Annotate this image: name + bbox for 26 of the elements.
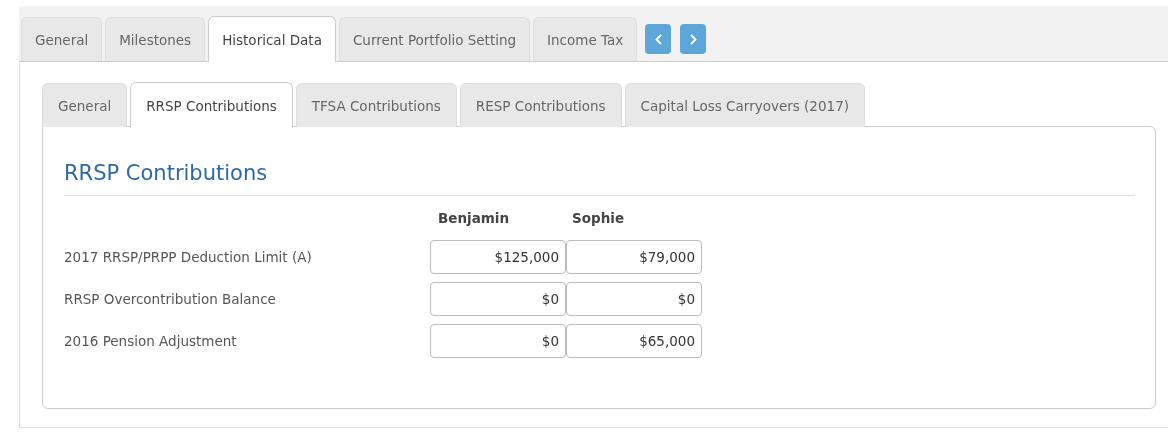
previous-tab-button[interactable] bbox=[645, 24, 672, 54]
field-label: 2017 RRSP/PRPP Deduction Limit (A) bbox=[64, 249, 313, 265]
tab[interactable]: RRSP Contributions bbox=[130, 82, 293, 128]
amount-field[interactable]: $0 bbox=[430, 282, 566, 316]
next-tab-button[interactable] bbox=[680, 24, 707, 54]
tab[interactable]: Income Tax bbox=[533, 17, 638, 61]
column-header: Benjamin bbox=[437, 210, 510, 226]
amount-field[interactable]: $125,000 bbox=[430, 240, 566, 274]
amount-field[interactable]: $0 bbox=[566, 282, 702, 316]
tab[interactable]: General bbox=[42, 83, 128, 127]
amount-field[interactable]: $79,000 bbox=[566, 240, 702, 274]
field-label: 2016 Pension Adjustment bbox=[64, 333, 238, 349]
tab[interactable]: Capital Loss Carryovers (2017) bbox=[624, 83, 865, 127]
amount-field[interactable]: $0 bbox=[430, 324, 566, 358]
tab[interactable]: General bbox=[21, 17, 103, 61]
tab[interactable]: Historical Data bbox=[208, 16, 336, 62]
column-header: Sophie bbox=[571, 210, 625, 226]
chevron-left-icon bbox=[654, 33, 662, 45]
chevron-right-icon bbox=[689, 33, 697, 45]
amount-field[interactable]: $65,000 bbox=[566, 324, 702, 358]
section-title: RRSP Contributions bbox=[64, 141, 1135, 196]
tab[interactable]: Milestones bbox=[105, 17, 206, 61]
tab[interactable]: Current Portfolio Setting bbox=[338, 17, 531, 61]
field-label: RRSP Overcontribution Balance bbox=[64, 291, 277, 307]
tab[interactable]: RESP Contributions bbox=[459, 83, 622, 127]
tab[interactable]: TFSA Contributions bbox=[295, 83, 457, 127]
